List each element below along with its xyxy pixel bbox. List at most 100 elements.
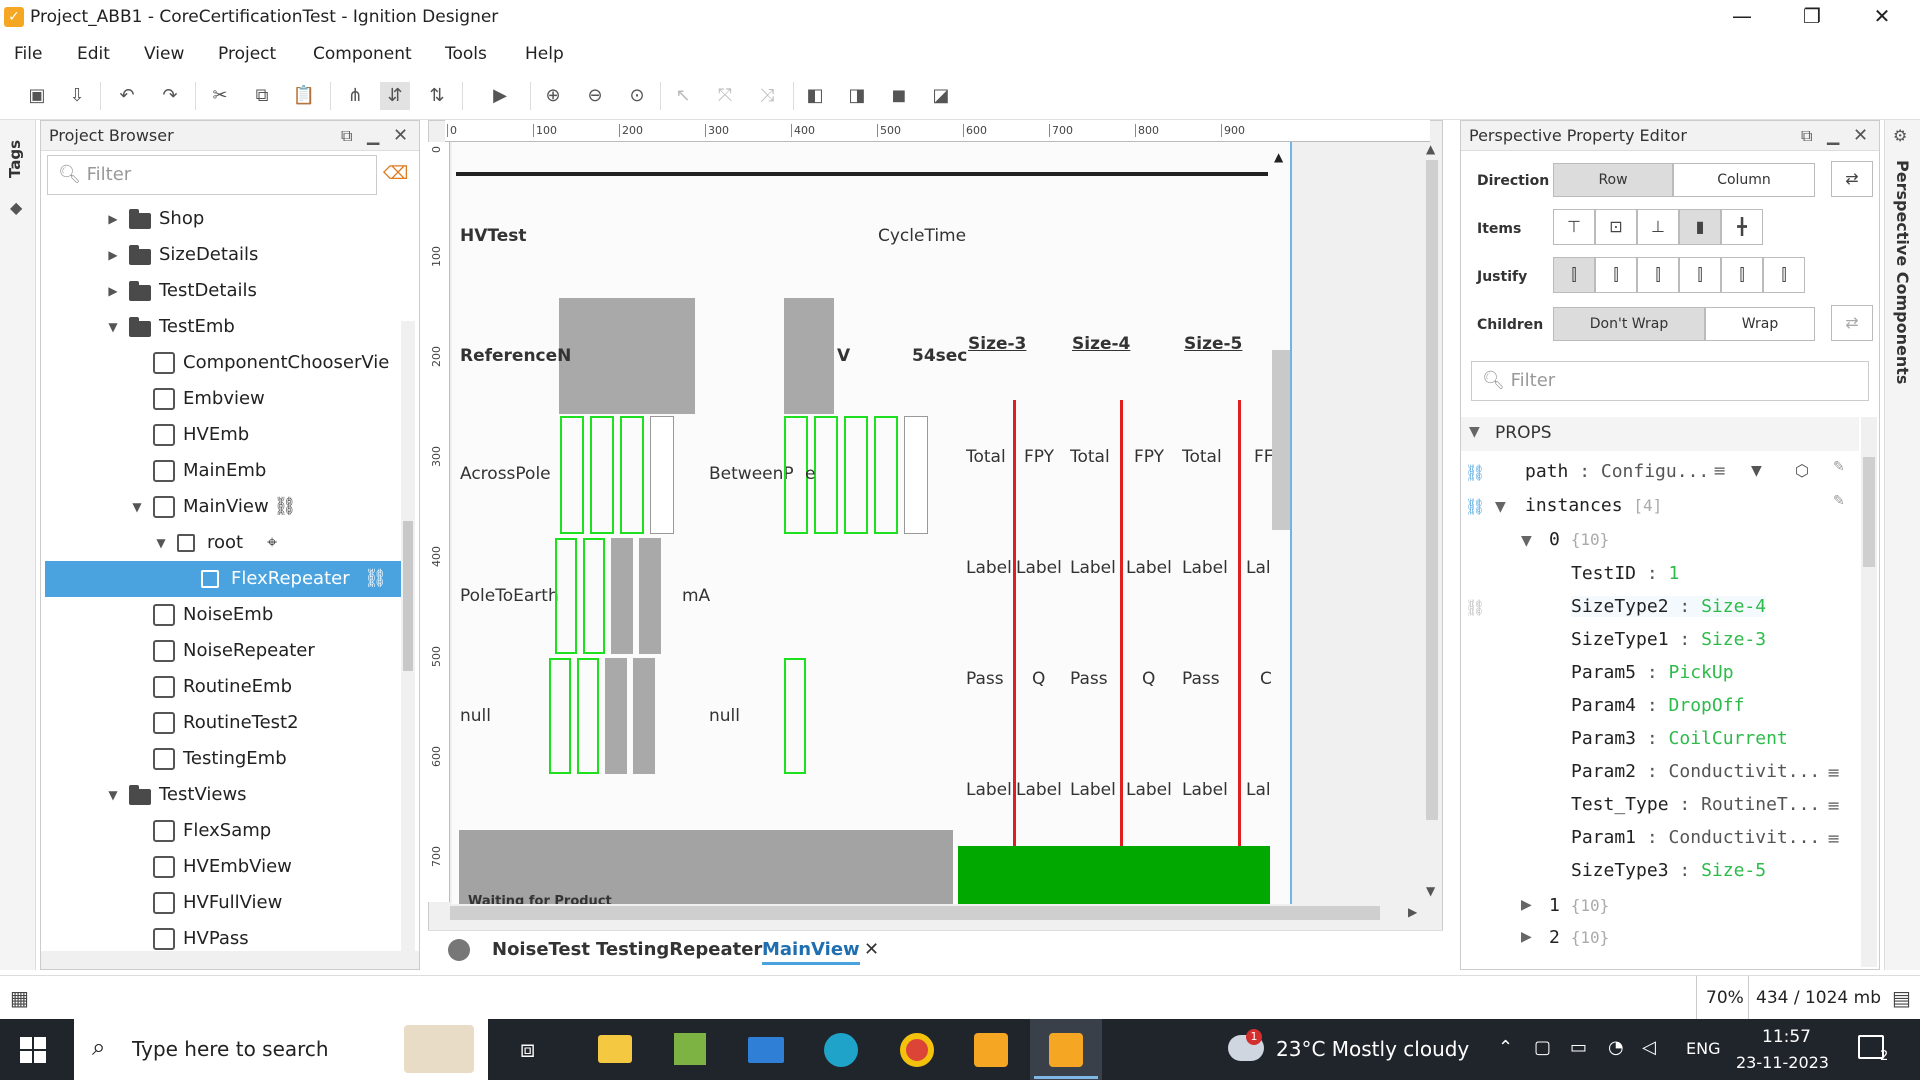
weather-text[interactable]: 23°C Mostly cloudy [1276, 1037, 1469, 1061]
justify-around-icon[interactable]: ⫿ [1721, 257, 1763, 293]
prop-param2[interactable]: Param2 : Conductivit... [1571, 761, 1820, 782]
zoom-out-icon[interactable]: ⊖ [580, 82, 610, 110]
tree-item-testdetails[interactable]: ▶ TestDetails [45, 273, 401, 309]
tree-item-flexsamp[interactable]: FlexSamp [45, 813, 401, 849]
tray-chevron-icon[interactable]: ⌃ [1498, 1037, 1513, 1058]
tree-hscrollbar[interactable] [41, 951, 419, 969]
props-scroll-thumb[interactable] [1863, 457, 1875, 567]
workspace-vscrollbar[interactable]: ▲ ▼ [1424, 142, 1440, 902]
menu-project[interactable]: Project [218, 44, 276, 64]
dont-wrap-button[interactable]: Don't Wrap [1553, 307, 1705, 341]
wifi-icon[interactable]: ◔ [1608, 1037, 1624, 1058]
align-start-icon[interactable]: ⊤ [1553, 209, 1595, 245]
menu-file[interactable]: File [14, 44, 42, 64]
close-panel-icon[interactable]: ✕ [1853, 125, 1868, 146]
prop-param3[interactable]: Param3 : CoilCurrent [1571, 728, 1788, 749]
paste-icon[interactable]: 📋 [289, 82, 319, 110]
collapse-icon[interactable]: ▼ [105, 309, 121, 345]
collapse-icon[interactable]: ▼ [129, 489, 145, 525]
pointer-icon[interactable]: ↖ [668, 82, 698, 110]
menu-lines-icon[interactable]: ≡ [1827, 796, 1840, 815]
tree-item-root[interactable]: ▼ root ⌖ [45, 525, 401, 561]
collapse-icon[interactable]: ▼ [105, 777, 121, 813]
wrap-button[interactable]: Wrap [1705, 307, 1815, 341]
scroll-up-icon[interactable]: ▲ [1274, 150, 1283, 164]
tree-item-testingemb[interactable]: TestingEmb [45, 741, 401, 777]
connect-icon[interactable]: ⤧ [710, 82, 740, 110]
tab-noisetest[interactable]: NoiseTest [492, 939, 590, 960]
prop-testid[interactable]: TestID : 1 [1571, 563, 1679, 584]
direction-column-button[interactable]: Column [1673, 163, 1815, 197]
binding-link-icon[interactable]: ⛓ [1465, 598, 1485, 617]
cut-icon[interactable]: ✂ [205, 82, 235, 110]
scroll-down-icon[interactable]: ▼ [1426, 884, 1435, 898]
vscroll-thumb[interactable] [1426, 160, 1438, 820]
tab-mainview[interactable]: MainView [762, 939, 860, 965]
copy-icon[interactable]: ⧉ [247, 82, 277, 110]
mail-icon[interactable] [748, 1037, 784, 1063]
binding-link-icon[interactable]: ⛓ [1465, 463, 1485, 482]
prop-param1[interactable]: Param1 : Conductivit... [1571, 827, 1820, 848]
hscroll-thumb[interactable] [450, 906, 1380, 920]
tree-item-routineemb[interactable]: RoutineEmb [45, 669, 401, 705]
prop-sizetype2[interactable]: SizeType2 : Size-4 [1571, 596, 1767, 617]
expand-icon[interactable]: ▶ [105, 273, 121, 309]
menu-lines-icon[interactable]: ≡ [1827, 763, 1840, 782]
menu-view[interactable]: View [144, 44, 184, 64]
clock-date[interactable]: 23-11-2023 [1736, 1053, 1829, 1072]
scroll-up-icon[interactable]: ▲ [1426, 142, 1435, 156]
justify-center-icon[interactable]: ⫿ [1595, 257, 1637, 293]
volume-icon[interactable]: ◁ [1642, 1037, 1656, 1058]
minimize-button[interactable]: — [1712, 4, 1772, 30]
prop-param4[interactable]: Param4 : DropOff [1571, 695, 1744, 716]
branch-icon[interactable]: ⤨ [752, 82, 782, 110]
taskbar-search-box[interactable]: ⌕ Type here to search [74, 1019, 488, 1080]
meet-icon[interactable]: ▢ [1534, 1037, 1551, 1058]
tree-item-testemb[interactable]: ▼ TestEmb [45, 309, 401, 345]
prop-sizetype1[interactable]: SizeType1 : Size-3 [1571, 629, 1766, 650]
edit-icon[interactable]: ✎ [1833, 459, 1845, 475]
tree-scroll-thumb[interactable] [403, 521, 413, 671]
minimize-panel-icon[interactable]: ▁ [367, 126, 379, 145]
bring-forward-icon[interactable]: ◧ [800, 82, 830, 110]
tab-testingrepeater[interactable]: TestingRepeater [596, 939, 762, 960]
tree-item-mainview[interactable]: ▼ MainView ⛓ [45, 489, 401, 525]
tree-item-shop[interactable]: ▶ Shop [45, 201, 401, 237]
tree-item-noiserepeater[interactable]: NoiseRepeater [45, 633, 401, 669]
view-cube-icon[interactable]: ⬡ [1795, 461, 1809, 480]
tree-item-flexrepeater[interactable]: FlexRepeater ⛓ [45, 561, 401, 597]
binding-link-icon[interactable]: ⛓ [1465, 497, 1485, 516]
close-window-button[interactable]: ✕ [1852, 4, 1912, 30]
expand-icon[interactable]: ▶ [1521, 897, 1532, 913]
expand-icon[interactable]: ▶ [1521, 929, 1532, 945]
tree-item-hvpass[interactable]: HVPass [45, 921, 401, 951]
justify-evenly-icon[interactable]: ⫿ [1763, 257, 1805, 293]
close-tab-icon[interactable]: ✕ [864, 939, 879, 960]
distribute-icon[interactable]: ⇅ [422, 82, 452, 110]
tree-item-testviews[interactable]: ▼ TestViews [45, 777, 401, 813]
save-all-icon[interactable]: ⇩ [62, 82, 92, 110]
tree-item-hvfullview[interactable]: HVFullView [45, 885, 401, 921]
start-icon[interactable] [20, 1037, 46, 1063]
tree-item-hvemb[interactable]: HVEmb [45, 417, 401, 453]
align-baseline-icon[interactable]: ╋ [1721, 209, 1763, 245]
zoom-in-icon[interactable]: ⊕ [538, 82, 568, 110]
tree-item-componentchooservie[interactable]: ComponentChooserVie [45, 345, 401, 381]
redo-icon[interactable]: ↷ [155, 82, 185, 110]
expand-icon[interactable]: ▼ [1521, 533, 1532, 549]
clock-time[interactable]: 11:57 [1762, 1027, 1811, 1047]
chrome-icon[interactable] [900, 1033, 934, 1067]
float-panel-icon[interactable]: ⧉ [341, 126, 352, 146]
menu-component[interactable]: Component [313, 44, 412, 64]
memory-chart-icon[interactable]: ▤ [1892, 986, 1911, 1010]
prop-param5[interactable]: Param5 : PickUp [1571, 662, 1734, 683]
bring-front-icon[interactable]: ◼ [884, 82, 914, 110]
tree-item-embview[interactable]: Embview [45, 381, 401, 417]
justify-start-icon[interactable]: ⫿ [1553, 257, 1595, 293]
swap-direction-icon[interactable]: ⇄ [1831, 161, 1873, 197]
prop-path[interactable]: path : Configu... [1525, 461, 1709, 482]
instance-2[interactable]: 2 {10} [1549, 927, 1609, 948]
restore-button[interactable]: ❐ [1782, 4, 1842, 30]
collapse-icon[interactable]: ▼ [153, 525, 169, 561]
close-panel-icon[interactable]: ✕ [393, 125, 408, 146]
